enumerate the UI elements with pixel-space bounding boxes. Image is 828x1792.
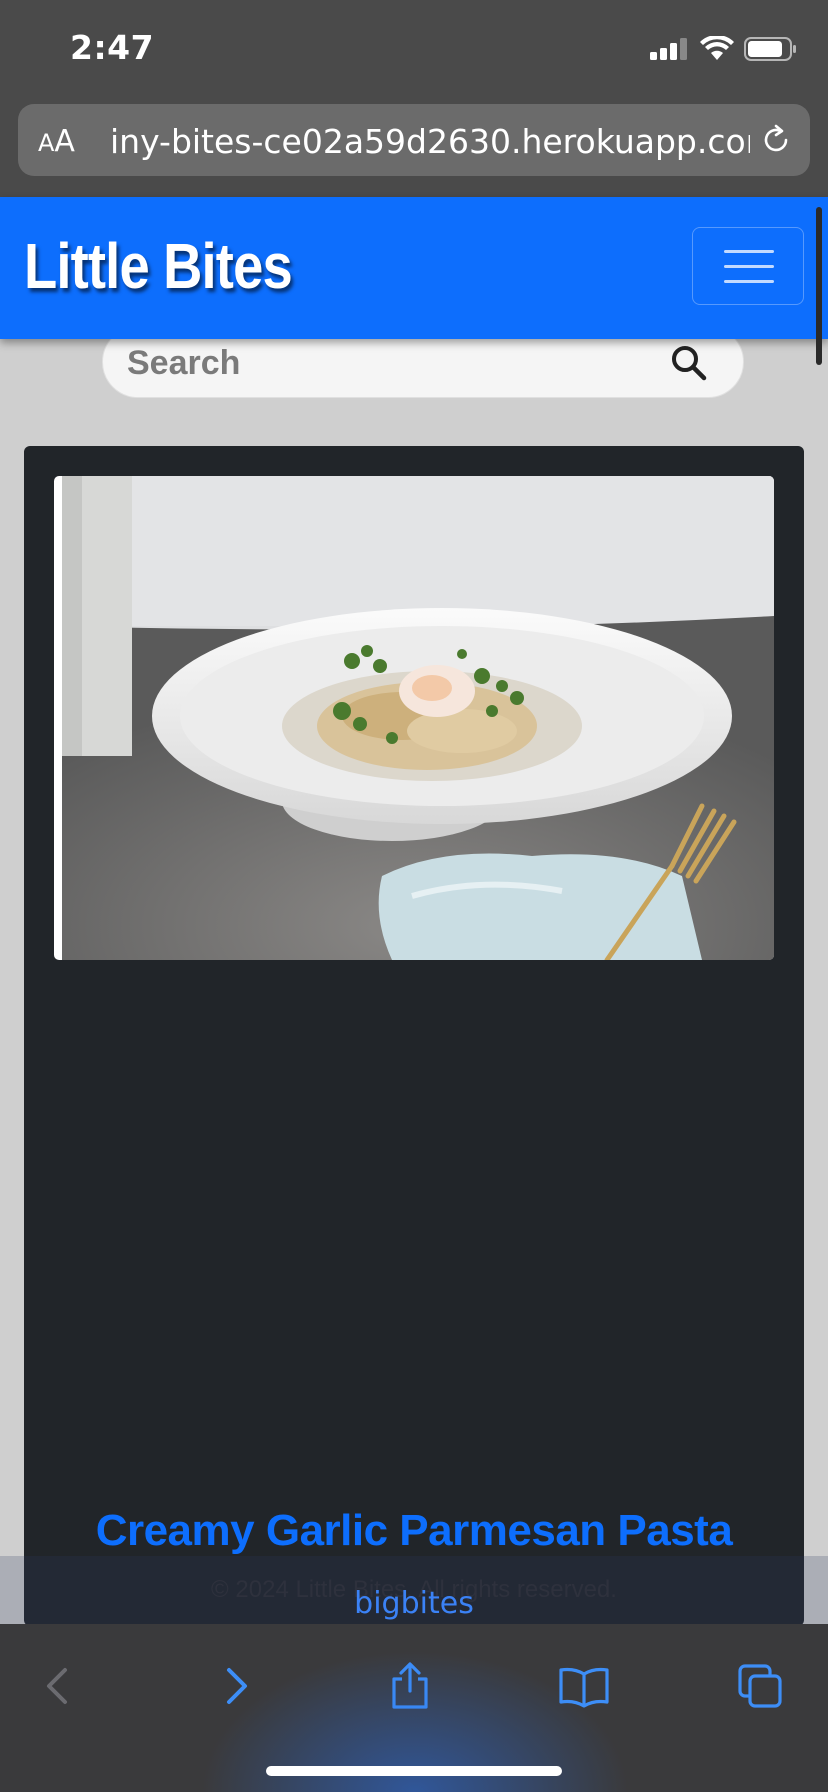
page-scrollbar[interactable] (816, 207, 822, 365)
search-icon[interactable] (669, 343, 709, 383)
hamburger-menu-icon (724, 250, 774, 253)
url-text[interactable]: iny-bites-ce02a59d2630.herokuapp.com (110, 122, 750, 161)
forward-icon (227, 1668, 247, 1704)
tabs-icon (738, 1664, 782, 1708)
brand-logo-link[interactable]: Little Bites (24, 229, 293, 303)
pasta-photo (62, 476, 774, 960)
cellular-signal-icon (650, 38, 687, 60)
recipe-title[interactable]: Creamy Garlic Parmesan Pasta (24, 1506, 804, 1556)
forward-button[interactable] (206, 1656, 266, 1716)
reload-icon[interactable] (758, 122, 794, 158)
status-bar: 2:47 (0, 0, 828, 100)
tabs-button[interactable] (730, 1656, 790, 1716)
text-size-button[interactable]: AA (38, 124, 75, 159)
address-bar[interactable]: AA iny-bites-ce02a59d2630.herokuapp.com (18, 104, 810, 176)
pasta-dish-illustration (62, 476, 774, 960)
status-icons (650, 36, 798, 62)
bookmarks-button[interactable] (554, 1656, 614, 1716)
wifi-icon (700, 36, 734, 60)
status-time: 2:47 (70, 28, 155, 67)
navbar-toggler-button[interactable] (692, 227, 804, 305)
recipe-card[interactable]: Creamy Garlic Parmesan Pasta (24, 446, 804, 1626)
back-button[interactable] (28, 1656, 88, 1716)
bookmarks-icon (559, 1667, 609, 1708)
bigbites-label[interactable]: bigbites (0, 1586, 828, 1621)
search-input[interactable] (127, 331, 647, 395)
browser-address-area: AA iny-bites-ce02a59d2630.herokuapp.com (0, 90, 828, 198)
home-indicator[interactable] (266, 1766, 562, 1776)
back-icon (47, 1668, 67, 1704)
recipe-image[interactable] (54, 476, 774, 960)
battery-icon (744, 37, 796, 61)
site-navbar: Little Bites (0, 197, 828, 339)
share-icon (392, 1662, 428, 1709)
share-button[interactable] (380, 1656, 440, 1716)
